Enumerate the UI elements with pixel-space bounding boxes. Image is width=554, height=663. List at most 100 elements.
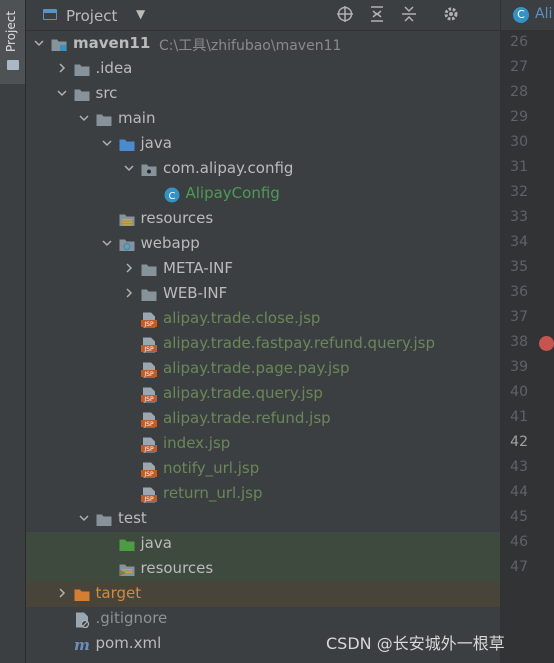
tree-item-webapp[interactable]: webapp bbox=[26, 232, 500, 257]
tree-item-java[interactable]: java bbox=[26, 132, 500, 157]
line-number[interactable]: 39 bbox=[510, 359, 528, 375]
tree-item-alipay-trade-page-pay-jsp[interactable]: JSP alipay.trade.page.pay.jsp bbox=[26, 357, 500, 382]
svg-text:JSP: JSP bbox=[143, 396, 154, 403]
folder-icon bbox=[141, 262, 157, 276]
tree-item-label: WEB-INF bbox=[163, 284, 228, 302]
tree-item-java[interactable]: java bbox=[26, 532, 500, 557]
tree-item-label: src bbox=[95, 84, 118, 102]
chevron-down-icon[interactable] bbox=[34, 38, 44, 48]
line-number[interactable]: 29 bbox=[510, 109, 528, 125]
svg-text:JSP: JSP bbox=[143, 346, 154, 353]
line-number[interactable]: 32 bbox=[510, 184, 528, 200]
tree-item-alipay-trade-fastpay-refund-query-jsp[interactable]: JSP alipay.trade.fastpay.refund.query.jsp bbox=[26, 332, 500, 357]
line-number[interactable]: 36 bbox=[510, 284, 528, 300]
line-number[interactable]: 27 bbox=[510, 59, 528, 75]
line-number[interactable]: 47 bbox=[510, 559, 528, 575]
jsp-file-icon: JSP bbox=[141, 337, 157, 353]
chevron-right-icon[interactable] bbox=[57, 588, 67, 598]
tree-item-resources[interactable]: resources bbox=[26, 557, 500, 582]
chevron-right-icon[interactable] bbox=[124, 263, 134, 273]
tree-item-index-jsp[interactable]: JSP index.jsp bbox=[26, 432, 500, 457]
chevron-down-icon[interactable] bbox=[56, 88, 67, 98]
project-tool-tab[interactable]: Project bbox=[0, 0, 25, 84]
tree-item-com-alipay-config[interactable]: com.alipay.config bbox=[26, 157, 500, 182]
svg-text:JSP: JSP bbox=[143, 421, 154, 428]
tree-item-label: META-INF bbox=[163, 259, 234, 277]
line-number[interactable]: 44 bbox=[510, 484, 528, 500]
project-panel: Project ▼ maven11 C:\工具\zhifubao\maven11.… bbox=[26, 0, 500, 663]
tree-item-web-inf[interactable]: WEB-INF bbox=[26, 282, 500, 307]
tree-item-label: alipay.trade.query.jsp bbox=[163, 384, 323, 402]
tree-item-label: alipay.trade.fastpay.refund.query.jsp bbox=[163, 334, 435, 352]
folder-icon bbox=[7, 60, 19, 70]
line-number[interactable]: 40 bbox=[510, 384, 528, 400]
jsp-file-icon: JSP bbox=[141, 487, 157, 503]
tree-item-notify-url-jsp[interactable]: JSP notify_url.jsp bbox=[26, 457, 500, 482]
folder-icon bbox=[74, 62, 90, 76]
line-number[interactable]: 41 bbox=[510, 409, 528, 425]
expand-all-icon[interactable] bbox=[366, 5, 388, 27]
line-number[interactable]: 46 bbox=[510, 534, 528, 550]
tree-item-label: notify_url.jsp bbox=[163, 459, 260, 477]
chevron-down-icon[interactable] bbox=[124, 163, 134, 173]
chevron-down-icon[interactable] bbox=[79, 513, 89, 523]
line-number[interactable]: 43 bbox=[510, 459, 528, 475]
chevron-down-icon[interactable] bbox=[101, 138, 112, 148]
tree-item-return-url-jsp[interactable]: JSP return_url.jsp bbox=[26, 482, 500, 507]
line-number[interactable]: 35 bbox=[510, 259, 528, 275]
collapse-all-icon[interactable] bbox=[398, 5, 420, 27]
tree-item-label: webapp bbox=[140, 234, 200, 252]
jsp-file-icon: JSP bbox=[141, 412, 157, 428]
tree-item-alipay-trade-query-jsp[interactable]: JSP alipay.trade.query.jsp bbox=[26, 382, 500, 407]
line-number[interactable]: 28 bbox=[510, 84, 528, 100]
tree-item-main[interactable]: main bbox=[26, 107, 500, 132]
tree-item-alipay-trade-close-jsp[interactable]: JSP alipay.trade.close.jsp bbox=[26, 307, 500, 332]
breakpoint-icon[interactable] bbox=[539, 336, 554, 351]
svg-text:JSP: JSP bbox=[143, 496, 154, 503]
svg-text:JSP: JSP bbox=[143, 471, 154, 478]
maven-icon: m bbox=[74, 636, 90, 654]
jsp-file-icon: JSP bbox=[141, 312, 157, 328]
project-view-selector[interactable]: Project bbox=[66, 7, 117, 25]
tree-item-label: maven11 bbox=[73, 34, 151, 52]
line-number[interactable]: 31 bbox=[510, 159, 528, 175]
editor-tab[interactable]: C Ali bbox=[501, 0, 554, 31]
tree-item-label: java bbox=[140, 134, 172, 152]
line-number[interactable]: 26 bbox=[510, 34, 528, 50]
chevron-down-icon[interactable] bbox=[101, 238, 112, 248]
tree-item-alipay-trade-refund-jsp[interactable]: JSP alipay.trade.refund.jsp bbox=[26, 407, 500, 432]
tree-item-maven11[interactable]: maven11 C:\工具\zhifubao\maven11 bbox=[26, 32, 500, 57]
tree-item-resources[interactable]: resources bbox=[26, 207, 500, 232]
project-tool-tab-label: Project bbox=[4, 10, 18, 52]
tree-item-label: alipay.trade.close.jsp bbox=[163, 309, 321, 327]
tree-item-label: AlipayConfig bbox=[185, 184, 280, 202]
tree-item-meta-inf[interactable]: META-INF bbox=[26, 257, 500, 282]
tree-item-label: test bbox=[118, 509, 147, 527]
tree-item-gitignore[interactable]: .gitignore bbox=[26, 607, 500, 632]
web-folder-icon bbox=[119, 237, 135, 251]
project-panel-header: Project ▼ bbox=[26, 0, 500, 31]
tree-item-idea[interactable]: .idea bbox=[26, 57, 500, 82]
tree-item-src[interactable]: src bbox=[26, 82, 500, 107]
folder-icon bbox=[96, 512, 112, 526]
settings-icon[interactable] bbox=[440, 5, 462, 27]
line-number[interactable]: 38 bbox=[510, 334, 528, 350]
line-number[interactable]: 34 bbox=[510, 234, 528, 250]
tree-item-target[interactable]: target bbox=[26, 582, 500, 607]
dropdown-caret-icon[interactable]: ▼ bbox=[136, 7, 145, 21]
tree-item-label: .idea bbox=[95, 59, 133, 77]
tree-item-test[interactable]: test bbox=[26, 507, 500, 532]
line-number[interactable]: 45 bbox=[510, 509, 528, 525]
line-number[interactable]: 33 bbox=[510, 209, 528, 225]
tree-item-label: return_url.jsp bbox=[163, 484, 263, 502]
source-folder-icon bbox=[119, 137, 135, 151]
line-number[interactable]: 37 bbox=[510, 309, 528, 325]
chevron-right-icon[interactable] bbox=[57, 63, 67, 73]
tree-item-alipayconfig[interactable]: C AlipayConfig bbox=[26, 182, 500, 207]
jsp-file-icon: JSP bbox=[141, 387, 157, 403]
chevron-right-icon[interactable] bbox=[124, 288, 134, 298]
line-number[interactable]: 42 bbox=[510, 434, 528, 450]
chevron-down-icon[interactable] bbox=[79, 113, 89, 123]
line-number[interactable]: 30 bbox=[510, 134, 528, 150]
locate-icon[interactable] bbox=[334, 5, 356, 27]
